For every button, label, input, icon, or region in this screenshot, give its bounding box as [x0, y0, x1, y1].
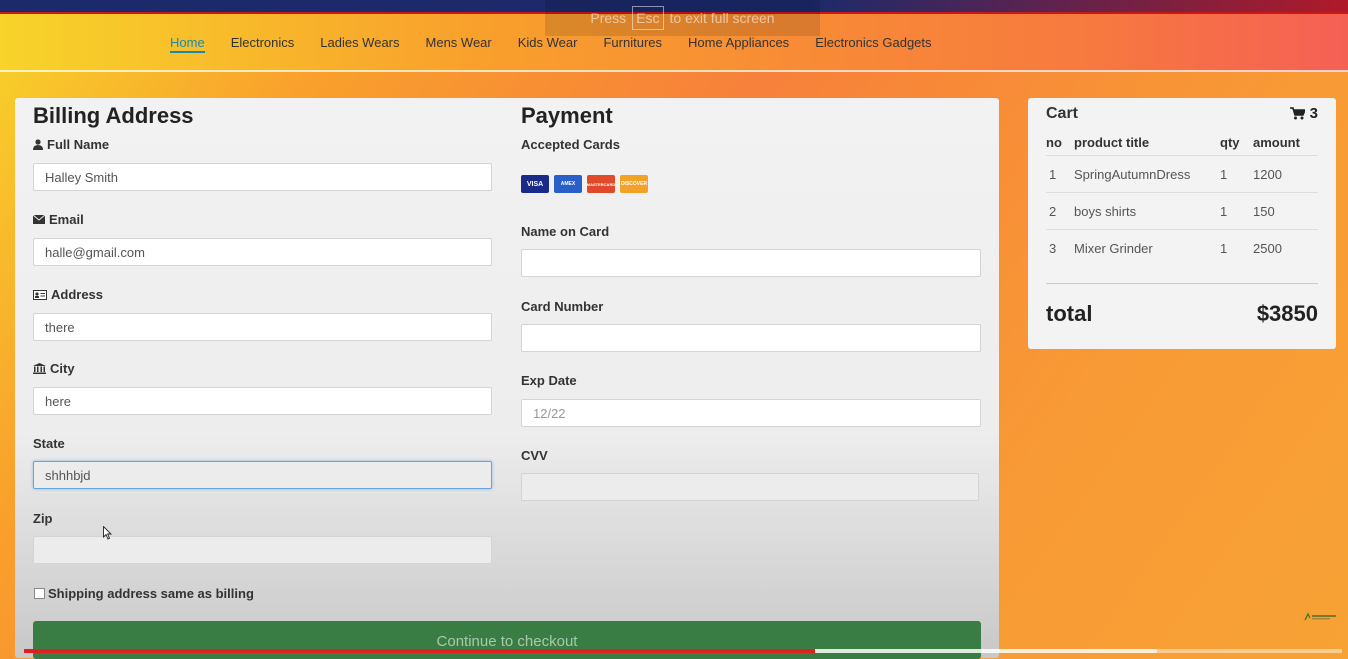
nav-item-electronics-gadgets[interactable]: Electronics Gadgets [815, 35, 931, 53]
cart-divider [1046, 283, 1318, 284]
cart-cell-title: SpringAutumnDress [1074, 155, 1220, 193]
zip-label: Zip [33, 511, 53, 526]
cart-header-row: no product title qty amount [1046, 134, 1318, 156]
video-progress-bar[interactable] [24, 649, 815, 653]
accepted-cards-label: Accepted Cards [521, 137, 620, 152]
exp-date-label: Exp Date [521, 373, 577, 388]
full-name-label: Full Name [33, 137, 109, 152]
cart-cell-qty: 1 [1220, 155, 1253, 193]
institution-icon [33, 363, 46, 374]
cart-cell-title: boys shirts [1074, 192, 1220, 230]
address-label-text: Address [51, 287, 104, 302]
mastercard-card-icon: MASTERCARD [587, 175, 615, 193]
checkout-form-panel: Billing Address Full Name Halley Smith E… [15, 98, 999, 658]
cart-col-qty: qty [1220, 134, 1253, 156]
email-label: Email [33, 212, 84, 227]
nav-item-home[interactable]: Home [170, 35, 205, 53]
cart-count: 3 [1289, 105, 1318, 122]
nav-item-kids-wear[interactable]: Kids Wear [518, 35, 578, 53]
cart-cell-no: 3 [1049, 240, 1057, 256]
nav-item-electronics[interactable]: Electronics [231, 35, 295, 53]
cart-panel: Cart 3 no product title qty amount 1 Spr… [1028, 98, 1336, 349]
mouse-cursor-icon [103, 526, 113, 540]
full-name-label-text: Full Name [47, 137, 110, 152]
cart-col-amount: amount [1253, 134, 1318, 156]
nav-item-mens-wear[interactable]: Mens Wear [426, 35, 492, 53]
cart-cell-qty: 1 [1220, 240, 1228, 256]
cart-cell-amount: 1200 [1253, 155, 1318, 193]
name-on-card-input[interactable] [521, 249, 981, 277]
nav-links: Home Electronics Ladies Wears Mens Wear … [170, 35, 958, 53]
exp-date-input[interactable]: 12/22 [521, 399, 981, 427]
email-label-text: Email [49, 212, 84, 227]
visa-card-icon: VISA [521, 175, 549, 193]
cvv-label: CVV [521, 448, 548, 463]
nav-item-ladies-wears[interactable]: Ladies Wears [320, 35, 399, 53]
table-row: 2 boys shirts 1 150 [1046, 192, 1318, 230]
cart-col-title: product title [1074, 134, 1220, 156]
name-on-card-label: Name on Card [521, 224, 610, 239]
address-input[interactable]: there [33, 313, 492, 341]
cart-icon [1289, 107, 1305, 120]
cart-cell-amount: 150 [1253, 192, 1318, 230]
email-input[interactable]: halle@gmail.com [33, 238, 492, 266]
state-input[interactable]: shhhbjd [33, 461, 492, 489]
fullscreen-hint: Press Esc to exit full screen [545, 0, 820, 36]
watermark-logo-icon [1304, 612, 1338, 624]
full-name-input[interactable]: Halley Smith [33, 163, 492, 191]
cart-total-value: $3850 [1256, 301, 1318, 326]
cart-cell-qty: 1 [1220, 192, 1253, 230]
table-row: 3 Mixer Grinder 1 2500 [1046, 230, 1318, 267]
accepted-cards: VISA AMEX MASTERCARD DISCOVER [521, 175, 648, 193]
billing-title: Billing Address [33, 103, 194, 128]
address-card-icon [33, 289, 47, 300]
same-address-label: Shipping address same as billing [48, 586, 254, 601]
fullscreen-hint-press: Press [590, 10, 627, 26]
user-icon [33, 139, 43, 150]
city-label-text: City [50, 361, 75, 376]
card-number-label: Card Number [521, 299, 604, 314]
cart-col-no: no [1046, 134, 1074, 156]
zip-input[interactable] [33, 536, 492, 564]
table-row: 1 SpringAutumnDress 1 1200 [1046, 155, 1318, 193]
amex-card-icon: AMEX [554, 175, 582, 193]
fullscreen-hint-key: Esc [632, 6, 664, 30]
city-label: City [33, 361, 75, 376]
card-number-input[interactable] [521, 324, 981, 352]
cvv-input[interactable] [521, 473, 979, 501]
cart-count-value: 3 [1309, 105, 1318, 122]
city-input[interactable]: here [33, 387, 492, 415]
cart-cell-no: 1 [1046, 155, 1074, 193]
cart-title: Cart [1046, 105, 1079, 122]
state-label: State [33, 436, 65, 451]
cart-cell-no: 2 [1046, 192, 1074, 230]
nav-item-home-appliances[interactable]: Home Appliances [688, 35, 789, 53]
cart-total-label: total [1046, 301, 1093, 326]
cart-cell-amount: 2500 [1253, 240, 1282, 256]
same-address-checkbox[interactable] [34, 588, 45, 599]
cart-table: no product title qty amount 1 SpringAutu… [1046, 134, 1318, 266]
nav-item-furnitures[interactable]: Furnitures [603, 35, 662, 53]
cart-cell-title: Mixer Grinder [1074, 240, 1153, 256]
discover-card-icon: DISCOVER [620, 175, 648, 193]
envelope-icon [33, 215, 45, 224]
continue-to-checkout-button[interactable]: Continue to checkout [33, 621, 981, 659]
address-label: Address [33, 287, 103, 302]
payment-title: Payment [521, 103, 613, 128]
fullscreen-hint-rest: to exit full screen [669, 10, 775, 26]
